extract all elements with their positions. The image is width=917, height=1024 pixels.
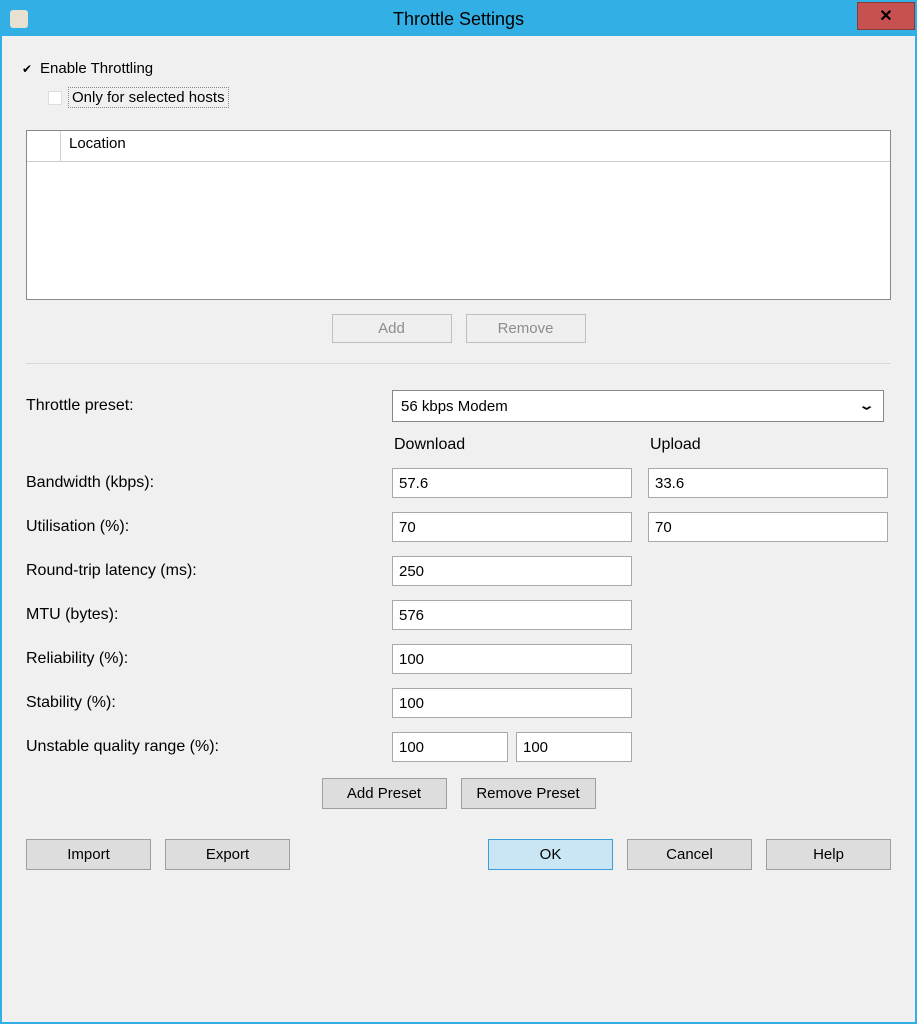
latency-label: Round-trip latency (ms):: [26, 562, 386, 580]
enable-throttling-label: Enable Throttling: [40, 60, 153, 77]
utilisation-upload-input[interactable]: [648, 512, 888, 542]
window-title: Throttle Settings: [393, 9, 524, 30]
throttle-preset-label: Throttle preset:: [26, 397, 386, 415]
close-button[interactable]: ✕: [857, 2, 915, 30]
reliability-input[interactable]: [392, 644, 632, 674]
chevron-down-icon: ⌄: [858, 400, 875, 412]
bandwidth-download-input[interactable]: [392, 468, 632, 498]
export-button[interactable]: Export: [165, 839, 290, 870]
throttle-preset-value: 56 kbps Modem: [401, 398, 508, 415]
close-icon: ✕: [879, 6, 892, 26]
hosts-grip-column: [27, 131, 61, 161]
cancel-button[interactable]: Cancel: [627, 839, 752, 870]
throttle-form: Throttle preset: 56 kbps Modem ⌄ Downloa…: [26, 390, 897, 762]
mtu-label: MTU (bytes):: [26, 606, 386, 624]
bandwidth-upload-input[interactable]: [648, 468, 888, 498]
titlebar[interactable]: Throttle Settings ✕: [2, 2, 915, 36]
hosts-table-header: Location: [27, 131, 890, 162]
utilisation-label: Utilisation (%):: [26, 518, 386, 536]
download-column-header: Download: [392, 436, 642, 454]
checkmark-icon: ✔: [20, 62, 34, 76]
upload-column-header: Upload: [648, 436, 898, 454]
section-divider: [26, 363, 891, 364]
only-selected-hosts-label: Only for selected hosts: [68, 87, 229, 108]
enable-throttling-checkbox[interactable]: ✔ Enable Throttling: [20, 60, 897, 77]
reliability-label: Reliability (%):: [26, 650, 386, 668]
hosts-location-column: Location: [61, 131, 890, 161]
ok-button[interactable]: OK: [488, 839, 613, 870]
hosts-buttons: Add Remove: [20, 314, 897, 343]
remove-host-button[interactable]: Remove: [466, 314, 586, 343]
hosts-table[interactable]: Location: [26, 130, 891, 300]
dialog-content: ✔ Enable Throttling Only for selected ho…: [2, 36, 915, 1022]
remove-preset-button[interactable]: Remove Preset: [461, 778, 596, 809]
add-preset-button[interactable]: Add Preset: [322, 778, 447, 809]
bandwidth-label: Bandwidth (kbps):: [26, 474, 386, 492]
dialog-button-bar: Import Export OK Cancel Help: [26, 839, 891, 870]
app-icon: [10, 10, 28, 28]
stability-label: Stability (%):: [26, 694, 386, 712]
latency-input[interactable]: [392, 556, 632, 586]
mtu-input[interactable]: [392, 600, 632, 630]
preset-buttons: Add Preset Remove Preset: [20, 778, 897, 809]
help-button[interactable]: Help: [766, 839, 891, 870]
add-host-button[interactable]: Add: [332, 314, 452, 343]
dialog-window: Throttle Settings ✕ ✔ Enable Throttling …: [0, 0, 917, 1024]
unstable-range-low-input[interactable]: [392, 732, 508, 762]
unstable-range-label: Unstable quality range (%):: [26, 738, 386, 756]
only-selected-hosts-checkbox[interactable]: Only for selected hosts: [48, 87, 897, 108]
unstable-range-high-input[interactable]: [516, 732, 632, 762]
import-button[interactable]: Import: [26, 839, 151, 870]
throttle-preset-select[interactable]: 56 kbps Modem ⌄: [392, 390, 884, 422]
stability-input[interactable]: [392, 688, 632, 718]
checkbox-empty-icon: [48, 91, 62, 105]
utilisation-download-input[interactable]: [392, 512, 632, 542]
